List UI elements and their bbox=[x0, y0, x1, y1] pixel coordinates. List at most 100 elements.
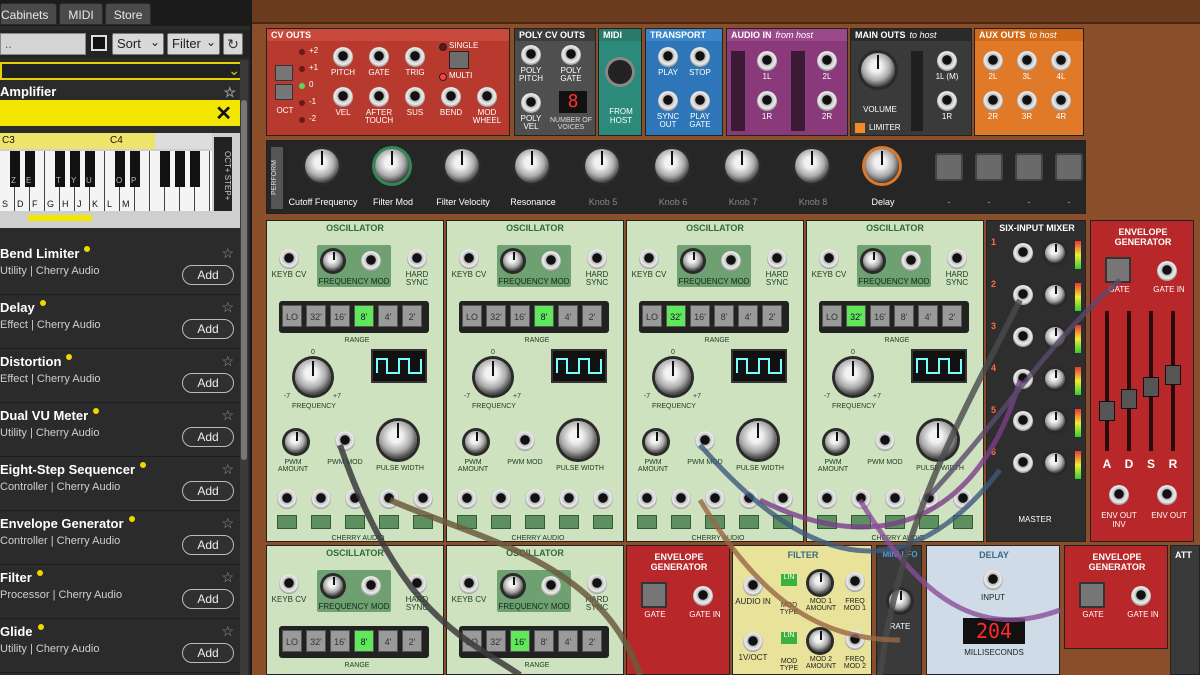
module-list-item[interactable]: Eight-Step Sequencer Controller | Cherry… bbox=[0, 457, 240, 511]
add-module-button[interactable]: Add bbox=[182, 589, 234, 609]
pulse-width-knob[interactable] bbox=[559, 421, 597, 459]
patch-jack[interactable] bbox=[757, 91, 777, 111]
star-icon[interactable]: ☆ bbox=[221, 515, 234, 532]
pwm-amount-knob[interactable] bbox=[825, 431, 847, 453]
adsr-slider[interactable] bbox=[1099, 401, 1115, 421]
pwm-amount-knob[interactable] bbox=[645, 431, 667, 453]
range-button[interactable]: 32' bbox=[486, 305, 506, 327]
patch-jack[interactable] bbox=[541, 251, 561, 271]
patch-jack[interactable] bbox=[757, 51, 777, 71]
module-list-item[interactable]: Bend Limiter Utility | Cherry Audio ☆ Ad… bbox=[0, 241, 240, 295]
black-key[interactable]: P bbox=[130, 151, 140, 187]
patch-jack[interactable] bbox=[743, 576, 763, 596]
midi-port-icon[interactable] bbox=[605, 57, 635, 87]
patch-jack[interactable] bbox=[885, 489, 905, 509]
patch-jack[interactable] bbox=[690, 47, 710, 67]
add-module-button[interactable]: Add bbox=[182, 535, 234, 555]
channel-level-knob[interactable] bbox=[1045, 285, 1065, 305]
fm-knob[interactable] bbox=[503, 576, 523, 596]
module-list-item[interactable]: Envelope Generator Controller | Cherry A… bbox=[0, 511, 240, 565]
range-button[interactable]: 2' bbox=[582, 305, 602, 327]
gate-button[interactable] bbox=[1079, 582, 1105, 608]
tab-cabinets[interactable]: Cabinets bbox=[0, 3, 58, 25]
range-button[interactable]: LO bbox=[282, 630, 302, 652]
channel-level-knob[interactable] bbox=[1045, 369, 1065, 389]
range-button[interactable]: 4' bbox=[918, 305, 938, 327]
perform-button[interactable] bbox=[975, 153, 1003, 181]
black-key[interactable]: O bbox=[115, 151, 125, 187]
octave-up-button[interactable] bbox=[275, 65, 293, 81]
range-button[interactable]: 8' bbox=[354, 305, 374, 327]
range-button[interactable]: 2' bbox=[402, 305, 422, 327]
lfo-rate-knob[interactable] bbox=[889, 590, 911, 612]
range-button[interactable]: 8' bbox=[354, 630, 374, 652]
patch-jack[interactable] bbox=[459, 574, 479, 594]
add-module-button[interactable]: Add bbox=[182, 265, 234, 285]
fm-knob[interactable] bbox=[323, 251, 343, 271]
patch-jack[interactable] bbox=[333, 87, 353, 107]
piano-keys[interactable]: SDFGHJKLM Z E T YU OP bbox=[0, 151, 212, 211]
range-button[interactable]: 16' bbox=[510, 630, 530, 652]
patch-jack[interactable] bbox=[407, 574, 427, 594]
channel-level-knob[interactable] bbox=[1045, 453, 1065, 473]
patch-jack[interactable] bbox=[817, 91, 837, 111]
range-button[interactable]: LO bbox=[642, 305, 662, 327]
module-list-item[interactable]: Dual VU Meter Utility | Cherry Audio ☆ A… bbox=[0, 403, 240, 457]
patch-jack[interactable] bbox=[277, 489, 297, 509]
range-selector[interactable]: LO 32' 16' 8' 4' 2' bbox=[279, 626, 429, 658]
patch-jack[interactable] bbox=[901, 251, 921, 271]
patch-jack[interactable] bbox=[1013, 411, 1033, 431]
patch-jack[interactable] bbox=[743, 632, 763, 652]
perform-knob[interactable] bbox=[305, 149, 339, 183]
add-module-button[interactable]: Add bbox=[182, 319, 234, 339]
range-selector[interactable]: LO 32' 16' 8' 4' 2' bbox=[819, 301, 969, 333]
patch-jack[interactable] bbox=[817, 51, 837, 71]
range-button[interactable]: 8' bbox=[714, 305, 734, 327]
patch-jack[interactable] bbox=[637, 489, 657, 509]
patch-jack[interactable] bbox=[1013, 327, 1033, 347]
range-button[interactable]: 2' bbox=[762, 305, 782, 327]
range-button[interactable]: 16' bbox=[690, 305, 710, 327]
scrollbar-thumb[interactable] bbox=[241, 100, 247, 460]
range-button[interactable]: 4' bbox=[378, 305, 398, 327]
patch-jack[interactable] bbox=[361, 251, 381, 271]
patch-jack[interactable] bbox=[361, 576, 381, 596]
gate-button[interactable] bbox=[641, 582, 667, 608]
range-selector[interactable]: LO 32' 16' 8' 4' 2' bbox=[279, 301, 429, 333]
star-icon[interactable]: ☆ bbox=[221, 407, 234, 424]
refresh-icon[interactable]: ↻ bbox=[223, 33, 243, 55]
octave-down-button[interactable] bbox=[275, 84, 293, 100]
fm-knob[interactable] bbox=[683, 251, 703, 271]
patch-jack[interactable] bbox=[457, 489, 477, 509]
star-icon[interactable]: ☆ bbox=[221, 299, 234, 316]
mode-switch[interactable] bbox=[449, 51, 469, 69]
black-key[interactable]: Y bbox=[70, 151, 80, 187]
lin-switch[interactable]: LIN bbox=[781, 632, 797, 644]
patch-jack[interactable] bbox=[845, 630, 865, 650]
perform-knob[interactable] bbox=[585, 149, 619, 183]
sort-dropdown[interactable]: Sort ⌄ bbox=[112, 33, 164, 55]
black-key[interactable]: T bbox=[55, 151, 65, 187]
patch-jack[interactable] bbox=[767, 249, 787, 269]
patch-jack[interactable] bbox=[559, 489, 579, 509]
gate-button[interactable] bbox=[1105, 257, 1131, 283]
add-module-button[interactable]: Add bbox=[182, 373, 234, 393]
patch-jack[interactable] bbox=[819, 249, 839, 269]
patch-jack[interactable] bbox=[658, 91, 678, 111]
patch-jack[interactable] bbox=[279, 574, 299, 594]
patch-jack[interactable] bbox=[1109, 485, 1129, 505]
star-icon[interactable]: ☆ bbox=[221, 623, 234, 640]
range-button[interactable]: 8' bbox=[894, 305, 914, 327]
patch-jack[interactable] bbox=[851, 489, 871, 509]
patch-jack[interactable] bbox=[413, 489, 433, 509]
patch-jack[interactable] bbox=[658, 47, 678, 67]
patch-jack[interactable] bbox=[311, 489, 331, 509]
search-input[interactable]: .. bbox=[0, 33, 86, 55]
perform-knob[interactable] bbox=[865, 149, 899, 183]
tab-midi[interactable]: MIDI bbox=[59, 3, 103, 25]
octave-step-buttons[interactable]: OCT+ STEP+ bbox=[214, 137, 232, 211]
fm-knob[interactable] bbox=[503, 251, 523, 271]
patch-jack[interactable] bbox=[937, 51, 957, 71]
patch-jack[interactable] bbox=[693, 586, 713, 606]
pulse-width-knob[interactable] bbox=[739, 421, 777, 459]
